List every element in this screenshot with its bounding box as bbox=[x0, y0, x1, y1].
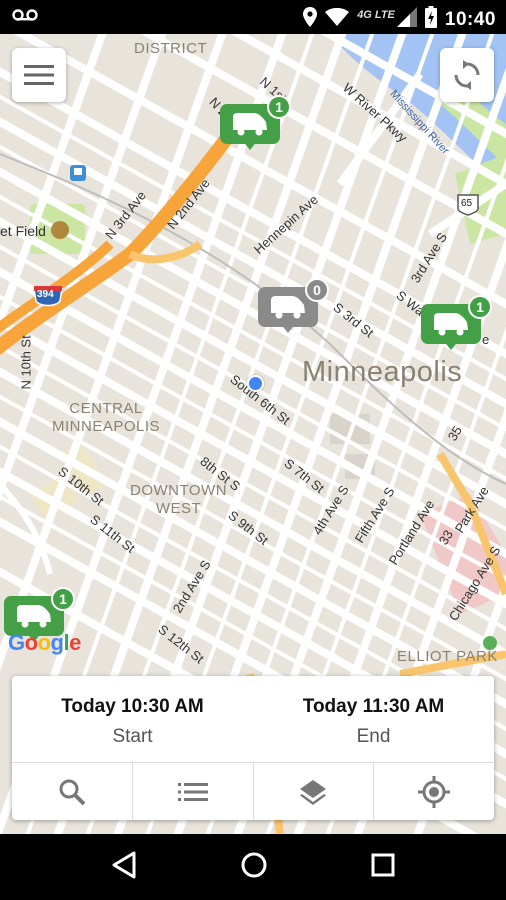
vehicle-count-badge: 1 bbox=[267, 95, 291, 119]
gps-icon bbox=[418, 775, 451, 808]
city-label: Minneapolis bbox=[302, 356, 463, 388]
end-time-label: End bbox=[356, 726, 391, 747]
signal-icon bbox=[396, 7, 417, 32]
place-label: et Field bbox=[0, 223, 46, 239]
district-line: CENTRAL bbox=[69, 400, 143, 417]
menu-button[interactable] bbox=[12, 48, 66, 102]
list-icon bbox=[177, 782, 208, 801]
vehicle-count-badge: 1 bbox=[51, 587, 75, 611]
reservation-panel: Today 10:30 AM Start Today 11:30 AM End bbox=[12, 676, 494, 820]
logo-letter: g bbox=[50, 630, 64, 655]
recents-button[interactable] bbox=[371, 853, 395, 882]
list-button[interactable] bbox=[133, 763, 254, 820]
district-line: DOWNTOWN bbox=[130, 482, 228, 499]
home-button[interactable] bbox=[240, 851, 268, 884]
van-icon bbox=[17, 605, 51, 628]
van-icon bbox=[233, 113, 267, 136]
district-line: WEST bbox=[155, 500, 202, 517]
reservation-times: Today 10:30 AM Start Today 11:30 AM End bbox=[12, 676, 494, 762]
logo-letter: o bbox=[37, 630, 51, 655]
network-type-label: 4G LTE bbox=[357, 8, 395, 21]
end-time-selector[interactable]: Today 11:30 AM End bbox=[253, 676, 494, 762]
google-logo: Google bbox=[8, 630, 81, 656]
start-time-label: Start bbox=[112, 726, 153, 747]
van-icon bbox=[271, 296, 305, 319]
my-location-dot bbox=[247, 375, 264, 392]
my-location-button[interactable] bbox=[374, 763, 494, 820]
start-time-value: Today 10:30 AM bbox=[61, 696, 204, 717]
vehicle-marker[interactable]: 1 bbox=[421, 295, 492, 352]
vehicle-marker[interactable]: 0 bbox=[258, 278, 329, 335]
district-label-central: CENTRAL MINNEAPOLIS bbox=[52, 400, 160, 436]
toolbar bbox=[12, 762, 494, 820]
status-bar: 4G LTE 10:40 bbox=[0, 0, 506, 34]
search-icon bbox=[59, 779, 86, 805]
district-label-downtown: DOWNTOWN WEST bbox=[130, 482, 227, 518]
refresh-button[interactable] bbox=[440, 48, 494, 102]
back-button[interactable] bbox=[111, 851, 137, 884]
system-nav-bar bbox=[0, 834, 506, 900]
marker-tip bbox=[280, 323, 296, 333]
wifi-icon bbox=[325, 7, 350, 31]
street-label: e bbox=[482, 332, 490, 347]
search-button[interactable] bbox=[12, 763, 133, 820]
refresh-icon bbox=[454, 60, 480, 90]
layers-icon bbox=[300, 779, 327, 805]
vehicle-count-badge: 0 bbox=[305, 278, 329, 302]
marker-tip bbox=[242, 140, 258, 150]
marker-tip bbox=[443, 340, 459, 350]
highway-shield-394: 394 bbox=[37, 289, 54, 300]
recents-icon bbox=[371, 853, 395, 876]
home-icon bbox=[241, 852, 267, 877]
van-icon bbox=[434, 313, 468, 336]
layers-button[interactable] bbox=[254, 763, 375, 820]
district-line: MINNEAPOLIS bbox=[52, 418, 161, 435]
location-icon bbox=[303, 7, 318, 32]
clock: 10:40 bbox=[444, 8, 496, 30]
back-icon bbox=[112, 851, 136, 878]
logo-letter: e bbox=[69, 630, 81, 655]
logo-letter: G bbox=[8, 630, 25, 655]
vehicle-count-badge: 1 bbox=[468, 295, 492, 319]
district-label: DISTRICT bbox=[134, 40, 208, 57]
vehicle-marker[interactable]: 1 bbox=[220, 95, 291, 152]
menu-icon bbox=[24, 65, 54, 85]
voicemail-icon bbox=[12, 8, 38, 27]
highway-shield-65: 65 bbox=[461, 198, 473, 209]
start-time-selector[interactable]: Today 10:30 AM Start bbox=[12, 676, 253, 762]
district-label: ELLIOT PARK bbox=[397, 648, 498, 665]
street-label: N 10th St bbox=[18, 335, 34, 390]
logo-letter: o bbox=[24, 630, 38, 655]
battery-charging-icon bbox=[424, 6, 437, 33]
end-time-value: Today 11:30 AM bbox=[302, 696, 445, 717]
